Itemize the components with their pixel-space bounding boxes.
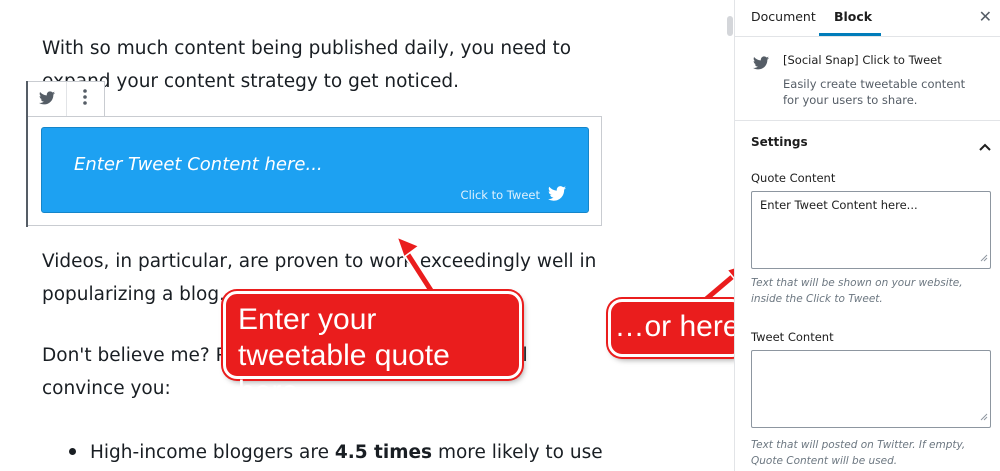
editor-canvas: With so much content being published dai…: [0, 0, 733, 471]
tweet-content-label: Tweet Content: [751, 330, 834, 344]
list-item[interactable]: High-income bloggers are 4.5 times more …: [90, 436, 603, 469]
list-item-bold: 4.5 times: [334, 442, 433, 463]
list-bullet: [69, 448, 76, 455]
click-to-tweet-block[interactable]: Enter Tweet Content here... Click to Twe…: [41, 127, 589, 213]
quote-content-label: Quote Content: [751, 171, 836, 185]
twitter-icon: [548, 186, 566, 204]
click-to-tweet-cta: Click to Tweet: [461, 186, 566, 204]
editor-scrollbar[interactable]: [727, 16, 733, 36]
click-to-tweet-label: Click to Tweet: [460, 188, 540, 202]
resize-handle-icon[interactable]: [980, 406, 988, 425]
tab-block[interactable]: Block: [834, 0, 872, 37]
callout-main: Enter your tweetable quote here…: [223, 291, 522, 408]
more-options-icon: [83, 89, 88, 109]
block-type-button[interactable]: [28, 82, 66, 116]
paragraph-block[interactable]: With so much content being published dai…: [42, 32, 602, 98]
block-card-description: Easily create tweetable content for your…: [783, 77, 966, 107]
list-item-text-end: more likely to use: [432, 442, 603, 463]
resize-handle-icon[interactable]: [980, 247, 988, 266]
tweet-content-placeholder[interactable]: Enter Tweet Content here...: [74, 154, 323, 175]
settings-panel-title: Settings: [751, 135, 808, 149]
quote-content-help: Text that will be shown on your website,…: [751, 277, 963, 305]
settings-panel-toggle[interactable]: Settings: [735, 121, 1000, 165]
callout-side: …or here: [608, 299, 746, 357]
list-item-text: High-income bloggers are: [90, 442, 335, 463]
quote-content-textarea[interactable]: Enter Tweet Content here...: [751, 191, 991, 269]
chevron-up-icon: [979, 136, 991, 155]
settings-sidebar: Document Block ✕ [Social Snap] Click to …: [734, 0, 1000, 471]
tweet-content-textarea[interactable]: [751, 350, 991, 428]
quote-content-value: Enter Tweet Content here...: [760, 198, 918, 212]
twitter-icon: [753, 55, 769, 74]
block-toolbar: [28, 81, 105, 117]
sidebar-tabs: Document Block ✕: [735, 0, 1000, 37]
block-card: [Social Snap] Click to Tweet Easily crea…: [735, 37, 1000, 121]
tweet-content-help: Text that will posted on Twitter. If emp…: [751, 439, 966, 467]
active-tab-indicator: [819, 33, 881, 36]
block-card-title: [Social Snap] Click to Tweet: [783, 53, 942, 67]
close-icon[interactable]: ✕: [979, 8, 992, 26]
tab-document[interactable]: Document: [751, 0, 816, 37]
more-options-button[interactable]: [66, 82, 104, 116]
twitter-icon: [38, 90, 55, 109]
